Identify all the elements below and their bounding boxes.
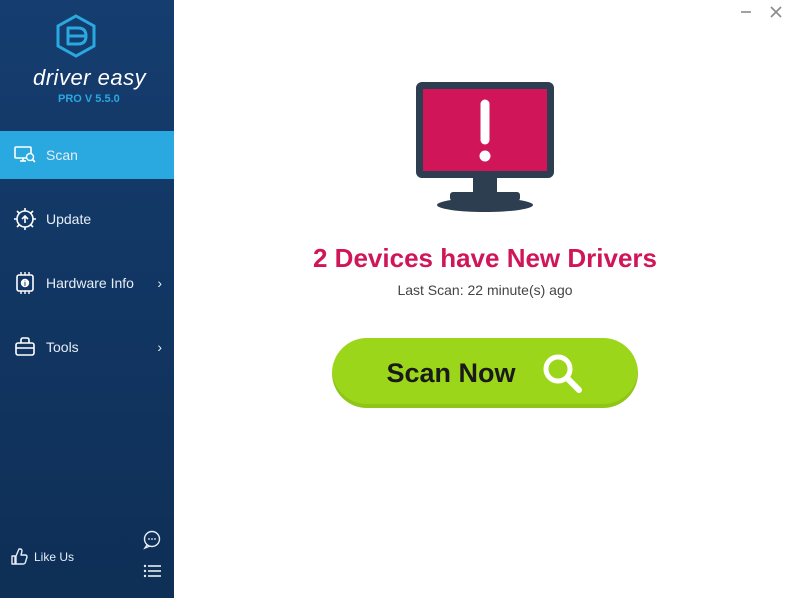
gear-arrow-icon <box>14 208 36 230</box>
sidebar: driver easy PRO V 5.5.0 Scan <box>0 0 174 598</box>
window-controls <box>732 0 790 24</box>
alert-monitor-icon <box>410 78 560 219</box>
chip-info-icon: i <box>14 272 36 294</box>
nav-label: Tools <box>46 339 79 355</box>
nav-label: Hardware Info <box>46 275 134 291</box>
scan-now-button[interactable]: Scan Now <box>332 338 638 408</box>
app-version: PRO V 5.5.0 <box>58 93 120 105</box>
sidebar-bottom: Like Us <box>0 520 174 598</box>
scan-button-label: Scan Now <box>386 358 515 389</box>
app-window: driver easy PRO V 5.5.0 Scan <box>0 0 796 598</box>
close-button[interactable] <box>762 0 790 24</box>
like-label: Like Us <box>34 550 74 564</box>
toolbox-icon <box>14 336 36 358</box>
thumbs-up-icon <box>10 548 28 566</box>
sidebar-item-hardware[interactable]: i Hardware Info › <box>0 259 174 307</box>
app-logo-icon <box>54 14 98 63</box>
app-name: driver easy <box>33 65 146 91</box>
main-panel: 2 Devices have New Drivers Last Scan: 22… <box>174 0 796 598</box>
chat-icon[interactable] <box>142 530 162 555</box>
logo-area: driver easy PRO V 5.5.0 <box>0 0 174 115</box>
monitor-search-icon <box>14 144 36 166</box>
nav: Scan Update <box>0 131 174 520</box>
nav-label: Update <box>46 211 91 227</box>
menu-list-icon[interactable] <box>142 563 162 584</box>
bottom-icons <box>142 530 162 584</box>
nav-label: Scan <box>46 147 78 163</box>
sidebar-item-update[interactable]: Update <box>0 195 174 243</box>
chevron-right-icon: › <box>157 275 162 291</box>
magnifier-icon <box>540 351 584 395</box>
minimize-button[interactable] <box>732 0 760 24</box>
sidebar-item-tools[interactable]: Tools › <box>0 323 174 371</box>
like-us-button[interactable]: Like Us <box>10 548 74 566</box>
svg-text:i: i <box>24 281 26 288</box>
last-scan-text: Last Scan: 22 minute(s) ago <box>397 282 572 298</box>
sidebar-item-scan[interactable]: Scan <box>0 131 174 179</box>
headline: 2 Devices have New Drivers <box>313 243 657 274</box>
chevron-right-icon: › <box>157 339 162 355</box>
